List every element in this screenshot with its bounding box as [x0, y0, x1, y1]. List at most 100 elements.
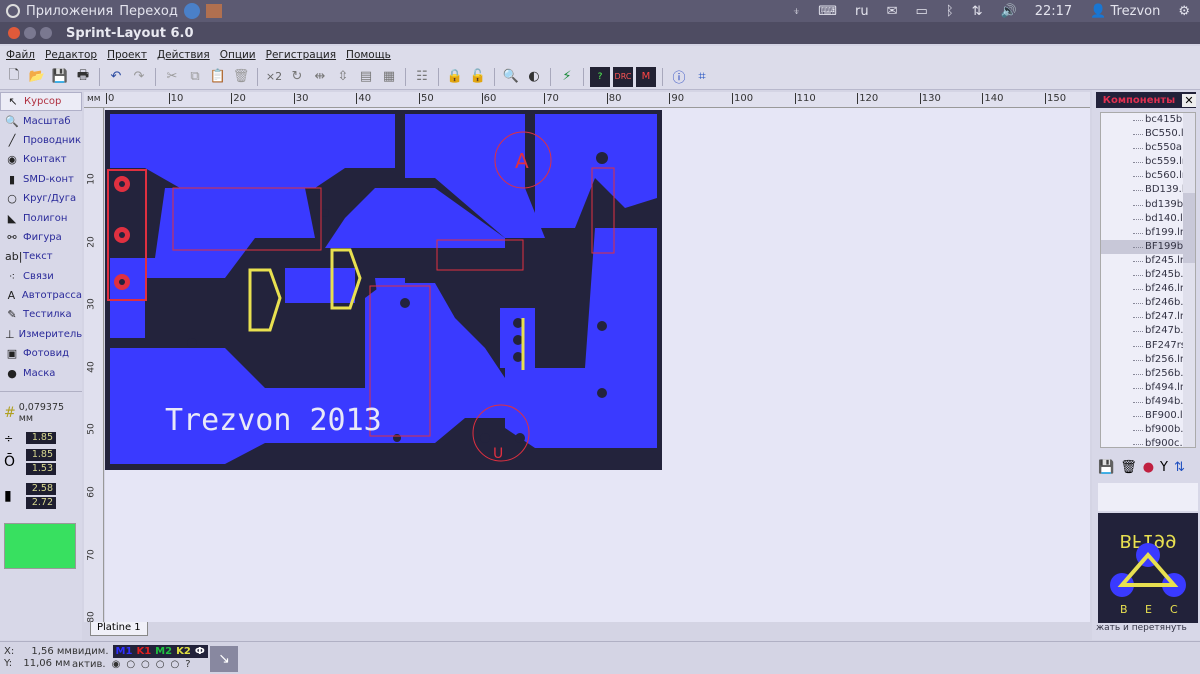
pcb-board[interactable]: A U Trezvon 2013: [105, 108, 1090, 622]
tool-photo-view[interactable]: ▣ Фотовид: [0, 344, 82, 363]
rotate-icon[interactable]: ↻: [287, 67, 307, 87]
components-list[interactable]: bc415b.lmkBC550.lmkbc550a.lmkbc559.lmkbc…: [1100, 112, 1196, 448]
tool-cursor[interactable]: ↖ Курсор: [0, 92, 82, 112]
current-color-swatch[interactable]: [4, 522, 76, 569]
tool-smd-pad[interactable]: ▮ SMD-конт: [0, 170, 82, 189]
save-icon[interactable]: 💾: [50, 67, 70, 87]
list-item[interactable]: bf247b.lmk: [1101, 324, 1195, 338]
unlock-icon[interactable]: 🔓: [468, 67, 488, 87]
layer-toggle-ф[interactable]: Ф: [195, 645, 205, 658]
list-item[interactable]: bf256.lmk: [1101, 353, 1195, 367]
tab-platine-1[interactable]: Platine 1: [90, 622, 148, 636]
tool-track[interactable]: ╱ Проводник: [0, 131, 82, 150]
list-item[interactable]: bf256b.lmk: [1101, 367, 1195, 381]
list-item[interactable]: bf494.lmk: [1101, 381, 1195, 395]
tool-pad[interactable]: ◉ Контакт: [0, 150, 82, 169]
swap-icon[interactable]: ⇅: [1174, 460, 1185, 475]
align-icon[interactable]: ▤: [356, 67, 376, 87]
list-item[interactable]: bc559.lmk: [1101, 155, 1195, 169]
apps-menu[interactable]: Приложения: [26, 4, 113, 19]
tool-autoroute[interactable]: A Автотрасса: [0, 286, 82, 305]
tool-text[interactable]: ab| Текст: [0, 247, 82, 266]
delete-component-icon[interactable]: 🗑: [1120, 460, 1137, 475]
test-icon[interactable]: ?: [590, 66, 610, 87]
menu-file[interactable]: Файл: [6, 49, 35, 61]
crop-icon[interactable]: ⌗: [692, 67, 712, 87]
menu-options[interactable]: Опции: [220, 49, 256, 61]
pad-inner-field[interactable]: 1.53: [26, 462, 56, 475]
battery-icon[interactable]: ▭: [916, 4, 928, 19]
list-item[interactable]: bf245.lmk: [1101, 254, 1195, 268]
list-item[interactable]: bc550a.lmk: [1101, 141, 1195, 155]
places-menu[interactable]: Переход: [119, 4, 178, 19]
active-layer-radio[interactable]: ○: [156, 658, 165, 671]
mirror-vertical-icon[interactable]: ⇳: [333, 67, 353, 87]
component-preview[interactable]: BF199 B E C: [1098, 513, 1198, 623]
list-item[interactable]: bd139b.lmk: [1101, 198, 1195, 212]
language-indicator[interactable]: ru: [855, 4, 869, 19]
active-layer-radio[interactable]: ◉: [112, 658, 121, 671]
tool-zoom[interactable]: 🔍 Масштаб: [0, 111, 82, 130]
open-file-icon[interactable]: 📂: [27, 67, 47, 87]
delete-icon[interactable]: 🗑: [231, 67, 251, 87]
list-item[interactable]: BD139.lmk: [1101, 183, 1195, 197]
cut-icon[interactable]: ✂: [162, 67, 182, 87]
clock[interactable]: 22:17: [1035, 4, 1072, 19]
tool-mask[interactable]: ● Маска: [0, 363, 82, 382]
save-component-icon[interactable]: 💾: [1098, 460, 1114, 475]
list-item[interactable]: bf900c.lmk: [1101, 437, 1195, 447]
list-item[interactable]: BF900.lmk: [1101, 409, 1195, 423]
smd-width-field[interactable]: 2.58: [26, 482, 56, 495]
list-item[interactable]: BC550.lmk: [1101, 127, 1195, 141]
macro-icon[interactable]: M: [636, 66, 656, 87]
list-item[interactable]: BF199b.lmk: [1101, 239, 1195, 254]
list-item[interactable]: BF247rs.LMK: [1101, 339, 1195, 353]
autoroute-icon[interactable]: ⚡: [557, 67, 577, 87]
list-item[interactable]: bf246b.lmk: [1101, 296, 1195, 310]
browser-icon[interactable]: [183, 3, 200, 19]
mirror-horizontal-icon[interactable]: ⇹: [310, 67, 330, 87]
drc-icon[interactable]: DRC: [613, 66, 633, 87]
track-width-field[interactable]: 1.85: [26, 432, 56, 445]
list-item[interactable]: bf247.lmk: [1101, 310, 1195, 324]
layer-toggle-k1[interactable]: K1: [136, 645, 151, 658]
minimize-window-button[interactable]: [24, 27, 36, 39]
smd-height-field[interactable]: 2.72: [26, 496, 56, 509]
contrast-icon[interactable]: ◐: [524, 67, 544, 87]
close-panel-icon[interactable]: ✕: [1182, 93, 1196, 107]
grid-size[interactable]: 0,079375 мм: [19, 402, 78, 424]
tool-connections[interactable]: ⁖ Связи: [0, 267, 82, 286]
tool-circle[interactable]: ○ Круг/Дуга: [0, 189, 82, 208]
close-window-button[interactable]: [8, 27, 20, 39]
tool-polygon[interactable]: ◣ Полигон: [0, 208, 82, 227]
tool-shape[interactable]: ⚯ Фигура: [0, 228, 82, 247]
layer-help[interactable]: ?: [185, 658, 190, 671]
network-icon[interactable]: ⇅: [972, 4, 983, 19]
accessibility-icon[interactable]: ⍖: [792, 4, 800, 19]
tool-measure[interactable]: ⊥ Измеритель: [0, 325, 82, 344]
keyboard-icon[interactable]: ⌨: [818, 4, 837, 19]
menu-edit[interactable]: Редактор: [45, 49, 97, 61]
duplicate-button[interactable]: ×2: [264, 67, 284, 87]
list-item[interactable]: bf494b.lmk: [1101, 395, 1195, 409]
zoom-icon[interactable]: 🔍: [501, 67, 521, 87]
menu-registration[interactable]: Регистрация: [266, 49, 336, 61]
active-layer-radio[interactable]: ○: [126, 658, 135, 671]
list-scrollbar[interactable]: [1183, 113, 1195, 447]
list-item[interactable]: bc415b.lmk: [1101, 113, 1195, 127]
volume-icon[interactable]: 🔊: [1001, 4, 1017, 19]
list-item[interactable]: bd140.lmk: [1101, 212, 1195, 226]
menu-project[interactable]: Проект: [107, 49, 147, 61]
layer-toggle-k2[interactable]: K2: [176, 645, 191, 658]
mail-icon[interactable]: ✉: [887, 4, 898, 19]
copy-icon[interactable]: ⧉: [185, 67, 205, 87]
list-item[interactable]: bf199.lmk: [1101, 226, 1195, 240]
files-icon[interactable]: [205, 4, 222, 18]
ubuntu-logo-icon[interactable]: [6, 4, 20, 18]
info-icon[interactable]: ⓘ: [669, 67, 689, 87]
pad-outer-field[interactable]: 1.85: [26, 448, 56, 461]
new-file-icon[interactable]: 🗋: [4, 67, 24, 87]
grid-icon[interactable]: #: [4, 405, 16, 421]
pcb-canvas[interactable]: A U Trezvon 2013: [105, 108, 1090, 622]
track-mode-button[interactable]: ↘: [210, 646, 238, 672]
